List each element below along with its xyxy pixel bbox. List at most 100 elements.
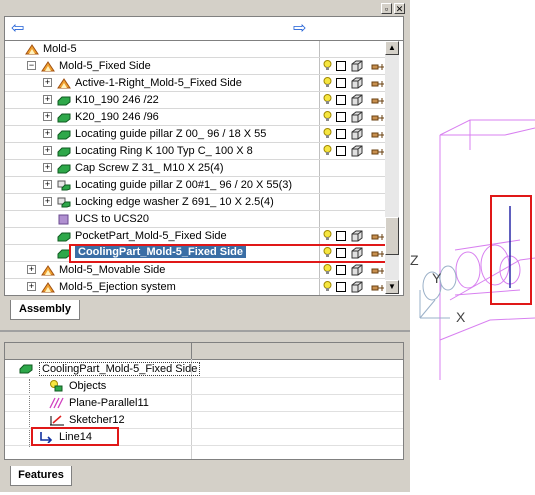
part-icon [57,96,71,106]
feature-row[interactable]: Plane-Parallel11 [5,395,403,412]
close-button[interactable]: ✕ [394,3,405,14]
display-checkbox[interactable] [336,231,346,241]
tree-row[interactable]: + K10_190 246 /22 [5,92,387,109]
assembly-icon [41,61,55,72]
tree-row-label: K10_190 246 /22 [75,94,159,106]
expand-icon[interactable]: + [43,112,52,121]
expand-icon[interactable]: + [43,180,52,189]
collapse-icon[interactable]: − [27,61,36,70]
display-checkbox[interactable] [336,61,346,71]
lock-pin-icon[interactable] [371,266,385,276]
visibility-bulb-icon[interactable] [323,94,332,105]
minimize-button[interactable]: ▫ [381,3,392,14]
tree-row-label: Mold-5_Movable Side [59,264,166,276]
tree-row-label: Mold-5_Fixed Side [59,60,151,72]
navigation-toolbar: ⇦ ⇨ [4,16,404,42]
shading-cube-icon[interactable] [351,281,363,293]
scroll-down-icon[interactable]: ▼ [385,280,399,294]
tree-row[interactable]: + Locating guide pillar Z 00#1_ 96 / 20 X… [5,177,387,194]
expand-icon[interactable]: + [43,146,52,155]
axis-y-label: Y [432,270,442,286]
visibility-bulb-icon[interactable] [323,281,332,292]
part-icon [19,363,33,377]
tree-row[interactable]: + Mold-5_Ejection system [5,279,387,295]
tree-row[interactable]: + K20_190 246 /96 [5,109,387,126]
tree-row[interactable]: UCS to UCS20 [5,211,387,228]
feature-row[interactable]: Objects [5,378,403,395]
display-checkbox[interactable] [336,146,346,156]
feature-row[interactable]: CoolingPart_Mold-5_Fixed Side [5,361,403,378]
tree-row[interactable]: + Locating guide pillar Z 00_ 96 / 18 X 5… [5,126,387,143]
tree-row[interactable]: + Locking edge washer Z 691_ 10 X 2.5(4) [5,194,387,211]
lock-pin-icon[interactable] [371,283,385,293]
shading-cube-icon[interactable] [351,264,363,276]
tree-row-label: Locating guide pillar Z 00_ 96 / 18 X 55 [75,128,267,140]
lock-pin-icon[interactable] [371,96,385,106]
panel-splitter[interactable] [0,330,410,332]
line14-viewport-highlight-box [490,195,532,305]
tree-row[interactable]: + Mold-5_Movable Side [5,262,387,279]
tree-scrollbar[interactable]: ▲ ▼ [385,41,399,294]
tab-features[interactable]: Features [10,466,72,486]
expand-icon[interactable]: + [43,197,52,206]
back-arrow-icon[interactable]: ⇦ [11,21,24,37]
tab-assembly[interactable]: Assembly [10,300,80,320]
expand-icon[interactable]: + [43,163,52,172]
expand-icon[interactable]: + [43,129,52,138]
scroll-up-icon[interactable]: ▲ [385,41,399,55]
tree-row-label: UCS to UCS20 [75,213,149,225]
display-checkbox[interactable] [336,95,346,105]
part-icon [57,113,71,123]
shading-cube-icon[interactable] [351,77,363,89]
multi-part-icon [57,180,71,191]
visibility-bulb-icon[interactable] [323,60,332,71]
tree-row-label: Cap Screw Z 31_ M10 X 25(4) [75,162,224,174]
feature-row-label: Sketcher12 [69,414,125,426]
display-checkbox[interactable] [336,265,346,275]
shading-cube-icon[interactable] [351,128,363,140]
tree-row[interactable]: + Active-1-Right_Mold-5_Fixed Side [5,75,387,92]
lock-pin-icon[interactable] [371,147,385,157]
expand-icon[interactable]: + [43,95,52,104]
expand-icon[interactable]: + [27,265,36,274]
tree-row-label: Locking edge washer Z 691_ 10 X 2.5(4) [75,196,274,208]
3d-viewport[interactable]: Z Y X [410,0,535,492]
shading-cube-icon[interactable] [351,111,363,123]
tree-row[interactable]: Mold-5 [5,41,387,58]
feature-row-label: Objects [69,380,107,392]
forward-arrow-icon[interactable]: ⇨ [293,21,306,37]
visibility-bulb-icon[interactable] [323,128,332,139]
tree-row-label: PocketPart_Mold-5_Fixed Side [75,230,227,242]
assembly-icon [25,44,39,55]
tree-row[interactable]: − Mold-5_Fixed Side [5,58,387,75]
display-checkbox[interactable] [336,129,346,139]
visibility-bulb-icon[interactable] [323,111,332,122]
lock-pin-icon[interactable] [371,62,385,72]
objects-icon [49,380,63,395]
shading-cube-icon[interactable] [351,145,363,157]
expand-icon[interactable]: + [43,78,52,87]
lock-pin-icon[interactable] [371,113,385,123]
expand-icon[interactable]: + [27,282,36,291]
lock-pin-icon[interactable] [371,130,385,140]
shading-cube-icon[interactable] [351,94,363,106]
scroll-thumb[interactable] [385,217,399,255]
line14-highlight-box [31,427,119,446]
part-icon [57,232,71,242]
tree-row[interactable]: PocketPart_Mold-5_Fixed Side [5,228,387,245]
shading-cube-icon[interactable] [351,230,363,242]
display-checkbox[interactable] [336,282,346,292]
visibility-bulb-icon[interactable] [323,77,332,88]
lock-pin-icon[interactable] [371,79,385,89]
visibility-bulb-icon[interactable] [323,230,332,241]
display-checkbox[interactable] [336,78,346,88]
plane-icon [49,397,65,412]
tree-row[interactable]: + Cap Screw Z 31_ M10 X 25(4) [5,160,387,177]
visibility-bulb-icon[interactable] [323,145,332,156]
features-header [5,343,403,360]
lock-pin-icon[interactable] [371,232,385,242]
shading-cube-icon[interactable] [351,60,363,72]
tree-row[interactable]: + Locating Ring K 100 Typ C_ 100 X 8 [5,143,387,160]
display-checkbox[interactable] [336,112,346,122]
visibility-bulb-icon[interactable] [323,264,332,275]
